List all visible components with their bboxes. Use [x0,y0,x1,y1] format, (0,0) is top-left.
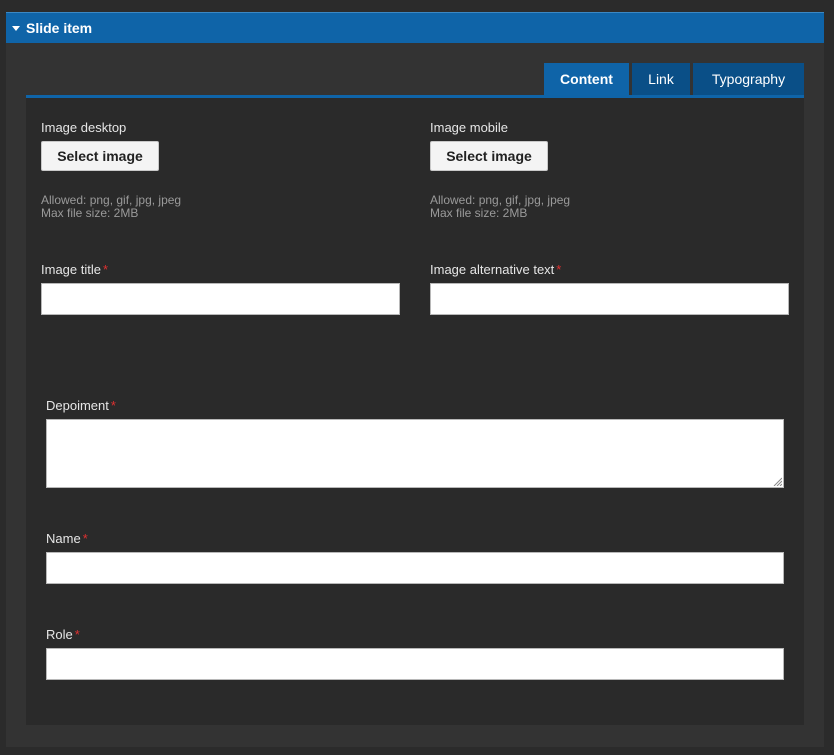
resize-grip-icon[interactable] [773,477,782,486]
required-marker: * [556,262,562,277]
image-mobile-label: Image mobile [430,120,509,135]
image-mobile-size-hint: Max file size: 2MB [430,206,528,220]
tab-link[interactable]: Link [632,63,690,95]
image-title-label: Image title * [41,262,108,277]
required-marker: * [110,398,116,413]
tab-content[interactable]: Content [544,63,629,95]
select-image-desktop-button[interactable]: Select image [41,141,159,171]
content-panel: Image desktop Select image Allowed: png,… [26,98,804,725]
depoiment-label: Depoiment * [46,398,116,413]
section-header[interactable]: Slide item [6,12,824,43]
image-title-input[interactable] [41,283,400,315]
required-marker: * [74,627,80,642]
image-desktop-size-hint: Max file size: 2MB [41,206,139,220]
slide-item-section: Slide item Content Link Typography Image… [6,12,824,747]
image-title-label-text: Image title [41,262,101,277]
select-image-mobile-button[interactable]: Select image [430,141,548,171]
tab-bar: Content Link Typography [541,63,804,95]
required-marker: * [82,531,88,546]
image-alt-label-text: Image alternative text [430,262,555,277]
image-alt-input[interactable] [430,283,789,315]
name-label-text: Name [46,531,81,546]
name-label: Name * [46,531,88,546]
image-desktop-label: Image desktop [41,120,127,135]
depoiment-textarea[interactable] [46,419,784,488]
section-title: Slide item [26,20,93,36]
depoiment-label-text: Depoiment [46,398,109,413]
role-input[interactable] [46,648,784,680]
tab-typography[interactable]: Typography [693,63,804,95]
image-alt-label: Image alternative text * [430,262,561,277]
role-label-text: Role [46,627,73,642]
role-label: Role * [46,627,80,642]
required-marker: * [102,262,109,277]
caret-down-icon[interactable] [12,25,20,31]
name-input[interactable] [46,552,784,584]
